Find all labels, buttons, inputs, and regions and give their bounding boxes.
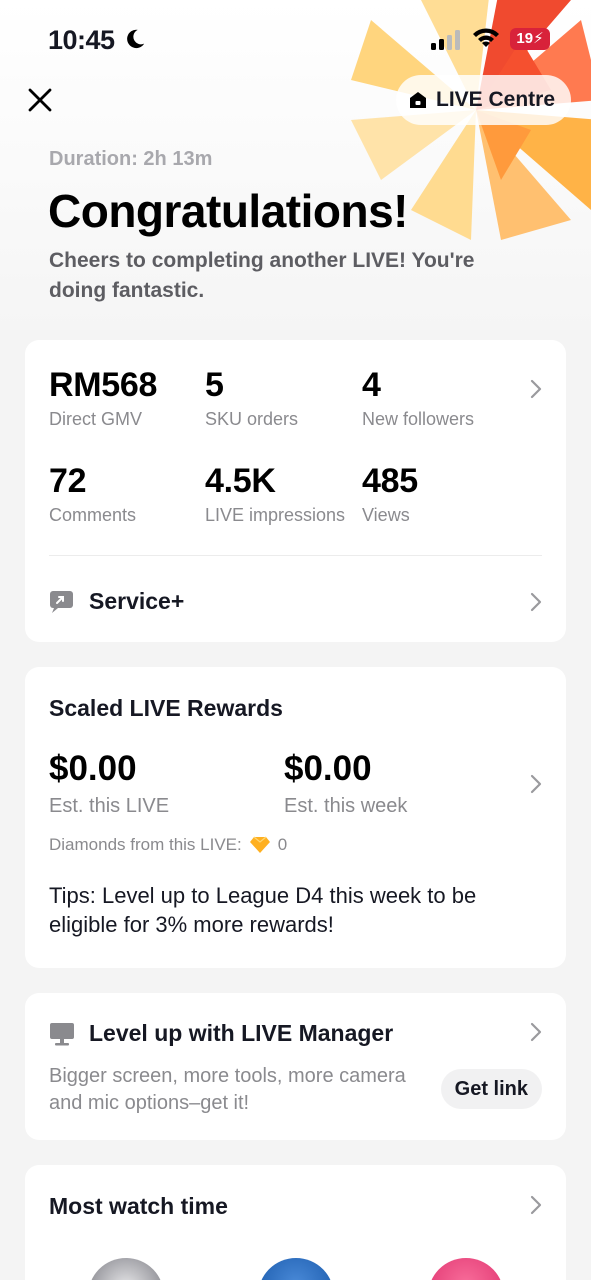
stat-label: Views [362, 505, 410, 525]
stat-label: New followers [362, 409, 475, 429]
rewards-tips: Tips: Level up to League D4 this week to… [49, 883, 477, 937]
chevron-right-icon[interactable] [529, 1194, 543, 1216]
live-stats-card[interactable]: RM568 Direct GMV 5 SKU orders 4 New foll… [25, 340, 566, 642]
stat-live-impressions: 4.5K LIVE impressions [205, 462, 345, 526]
stat-value: 72 [49, 462, 87, 500]
manager-description: Bigger screen, more tools, more camera a… [49, 1065, 406, 1114]
reward-label: Est. this week [284, 795, 408, 817]
reward-value: $0.00 [284, 749, 372, 788]
wifi-icon [473, 28, 499, 47]
stat-value: RM568 [49, 366, 158, 404]
stat-label: Direct GMV [49, 409, 143, 429]
battery-indicator: 19⚡ [510, 28, 550, 50]
stat-comments: 72 Comments [49, 462, 136, 526]
chevron-right-icon[interactable] [529, 378, 543, 400]
status-time: 10:45 [48, 25, 115, 55]
home-icon [410, 92, 426, 108]
stat-value: 485 [362, 462, 418, 500]
close-icon[interactable] [26, 86, 54, 114]
diamond-icon [249, 836, 270, 853]
reward-label: Est. this LIVE [49, 795, 170, 817]
charging-icon: ⚡ [533, 30, 544, 47]
live-duration: Duration: 2h 13m [49, 148, 213, 170]
avatar[interactable] [258, 1258, 334, 1280]
service-icon [50, 590, 73, 613]
service-plus-row[interactable]: Service+ [49, 588, 184, 615]
scaled-live-rewards-card[interactable]: Scaled LIVE Rewards $0.00 Est. this LIVE… [25, 667, 566, 968]
diamonds-row: Diamonds from this LIVE: 0 [49, 835, 287, 855]
manager-title: Level up with LIVE Manager [89, 1020, 394, 1046]
stat-label: SKU orders [205, 409, 299, 429]
stat-value: 4 [362, 366, 381, 404]
status-bar: 10:45 19⚡ [0, 0, 591, 80]
chevron-right-icon[interactable] [529, 591, 543, 613]
live-manager-card[interactable]: Level up with LIVE Manager Bigger screen… [25, 993, 566, 1140]
reward-value: $0.00 [49, 749, 137, 788]
stat-label: LIVE impressions [205, 505, 346, 525]
live-centre-button[interactable]: LIVE Centre [396, 75, 572, 125]
reward-this-live: $0.00 Est. this LIVE [49, 749, 169, 818]
get-link-button[interactable]: Get link [440, 1069, 542, 1109]
diamonds-value: 0 [277, 835, 288, 854]
stat-value: 5 [205, 366, 224, 404]
reward-this-week: $0.00 Est. this week [284, 749, 407, 818]
most-watch-time-card[interactable]: Most watch time [25, 1165, 566, 1280]
cellular-signal-icon [431, 30, 460, 50]
avatar[interactable] [88, 1258, 164, 1280]
stat-value: 4.5K [205, 462, 276, 500]
stat-sku-orders: 5 SKU orders [205, 366, 298, 430]
stat-direct-gmv: RM568 Direct GMV [49, 366, 157, 430]
manager-title-row: Level up with LIVE Manager [49, 1020, 393, 1047]
monitor-icon [50, 1022, 74, 1045]
stat-new-followers: 4 New followers [362, 366, 474, 430]
chevron-right-icon[interactable] [529, 1021, 543, 1043]
divider [49, 555, 542, 556]
page-title: Congratulations! [48, 185, 408, 237]
page-subtitle: Cheers to completing another LIVE! You'r… [49, 249, 475, 302]
chevron-right-icon[interactable] [529, 773, 543, 795]
avatar[interactable] [428, 1258, 504, 1280]
stat-views: 485 Views [362, 462, 418, 526]
service-label: Service+ [89, 588, 185, 614]
watch-time-title: Most watch time [49, 1193, 228, 1219]
battery-level: 19 [516, 30, 534, 47]
rewards-title: Scaled LIVE Rewards [49, 695, 283, 721]
moon-icon [127, 29, 145, 49]
diamonds-label: Diamonds from this LIVE: [49, 835, 242, 854]
stat-label: Comments [49, 505, 137, 525]
live-centre-label: LIVE Centre [436, 88, 556, 111]
